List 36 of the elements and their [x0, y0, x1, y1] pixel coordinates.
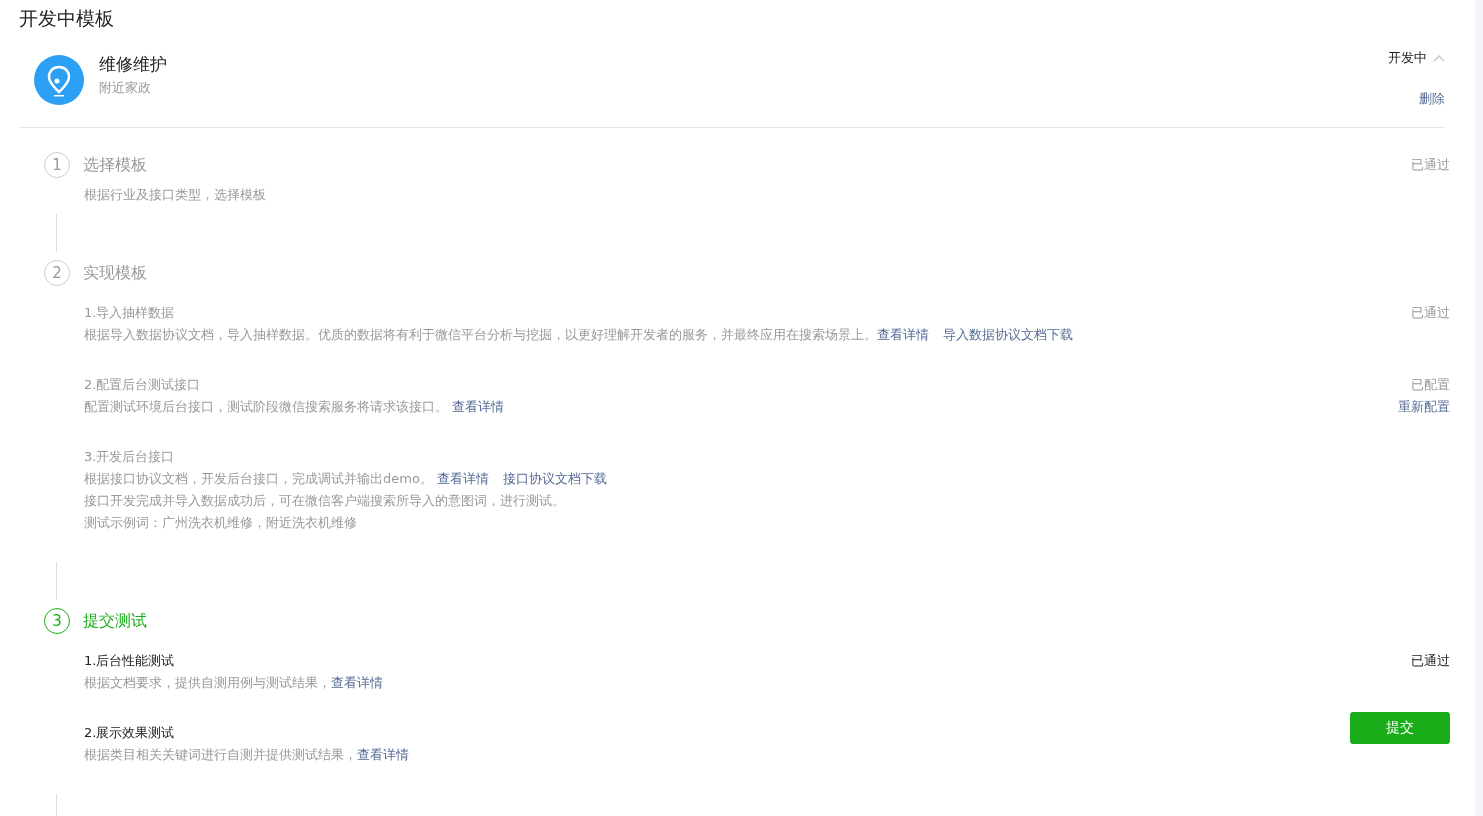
task-title: 1.后台性能测试	[84, 652, 176, 670]
step-status: 已通过	[1411, 156, 1450, 174]
step-description: 根据行业及接口类型，选择模板	[84, 186, 267, 204]
task-title: 3.开发后台接口	[84, 448, 176, 466]
reconfigure-link[interactable]: 重新配置	[1398, 396, 1450, 418]
task-status: 已通过	[1411, 304, 1450, 322]
task-description: 根据类目相关关键词进行自测并提供测试结果，查看详情	[84, 746, 410, 764]
link[interactable]: 查看详情	[357, 747, 409, 762]
link[interactable]: 查看详情	[877, 327, 929, 342]
task-description: 接口开发完成并导入数据成功后，可在微信客户端搜索所导入的意图词，进行测试。	[84, 492, 566, 510]
link[interactable]: 查看详情	[437, 471, 489, 486]
chevron-icon[interactable]	[1433, 54, 1445, 62]
link[interactable]: 接口协议文档下载	[503, 471, 607, 486]
task-description: 根据文档要求，提供自测用例与测试结果，查看详情	[84, 674, 384, 692]
task-status: 已通过	[1411, 652, 1450, 670]
template-name: 维修维护	[99, 53, 168, 76]
task-description: 根据接口协议文档，开发后台接口，完成调试并输出demo。 查看详情 接口协议文档下载	[84, 470, 608, 488]
task-description: 根据导入数据协议文档，导入抽样数据。优质的数据将有利于微信平台分析与挖掘，以更好理解开发者的服务，并最终应用在搜索场景上。查看详情 导入数据协议文档下载	[84, 326, 1074, 344]
task-title: 2.展示效果测试	[84, 724, 176, 742]
page-title: 开发中模板	[19, 6, 115, 31]
task-title: 2.配置后台测试接口	[84, 376, 202, 394]
link[interactable]: 查看详情	[331, 675, 383, 690]
template-category: 附近家政	[99, 79, 152, 97]
task-description: 配置测试环境后台接口，测试阶段微信搜索服务将请求该接口。 查看详情	[84, 398, 506, 416]
delete-link[interactable]: 删除	[1419, 90, 1445, 108]
task-status: 已配置	[1411, 376, 1450, 394]
task-description: 测试示例词：广州洗衣机维修，附近洗衣机维修	[84, 514, 358, 532]
step-title: 实现模板	[83, 262, 147, 284]
step-title: 提交测试	[83, 610, 147, 632]
step-title: 选择模板	[83, 154, 147, 176]
link[interactable]: 导入数据协议文档下载	[943, 327, 1073, 342]
template-status: 开发中	[1388, 49, 1427, 67]
submit-button[interactable]: 提交	[1350, 712, 1450, 744]
link[interactable]: 查看详情	[452, 399, 505, 414]
task-title: 1.导入抽样数据	[84, 304, 176, 322]
map-pin-icon	[34, 55, 84, 105]
